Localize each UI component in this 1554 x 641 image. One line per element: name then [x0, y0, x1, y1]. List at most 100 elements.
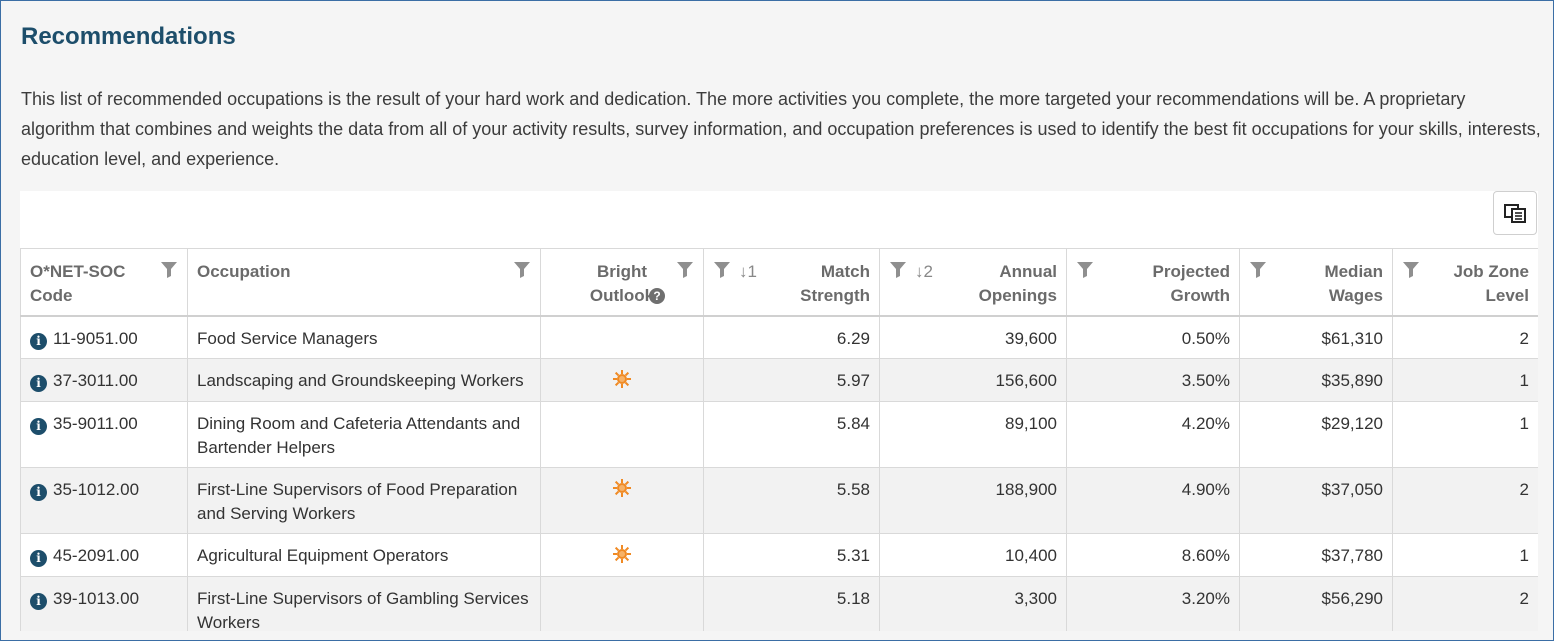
- cell-occupation[interactable]: Landscaping and Groundskeeping Workers: [187, 358, 541, 402]
- cell-match-strength: 5.18: [703, 576, 880, 631]
- cell-match-strength: 5.84: [703, 401, 880, 468]
- header-match-strength[interactable]: ↓1 Match Strength: [703, 248, 880, 317]
- cell-annual-openings: 3,300: [879, 576, 1067, 631]
- table-row[interactable]: i 37-3011.00 Landscaping and Groundskeepin…: [20, 358, 1538, 402]
- header-occupation-label: Occupation: [197, 262, 291, 281]
- help-icon[interactable]: ?: [649, 288, 665, 304]
- cell-projected-growth: 4.90%: [1066, 467, 1240, 534]
- cell-job-zone: 2: [1392, 467, 1538, 534]
- cell-projected-growth: 0.50%: [1066, 315, 1240, 359]
- cell-bright-outlook: [540, 358, 704, 402]
- code-text: 35-1012.00: [53, 480, 140, 499]
- intro-text: This list of recommended occupations is …: [21, 89, 1541, 169]
- cell-projected-growth: 8.60%: [1066, 533, 1240, 577]
- cell-job-zone: 1: [1392, 401, 1538, 468]
- code-text: 45-2091.00: [53, 546, 140, 565]
- cell-projected-growth: 3.50%: [1066, 358, 1240, 402]
- filter-icon[interactable]: [1249, 261, 1267, 279]
- header-median-wages[interactable]: Median Wages: [1239, 248, 1393, 317]
- occupation-link[interactable]: First-Line Supervisors of Food Preparati…: [197, 480, 517, 523]
- cell-occupation[interactable]: Food Service Managers: [187, 315, 541, 359]
- table-row[interactable]: i 35-9011.00 Dining Room and Cafeteria Att…: [20, 401, 1538, 468]
- filter-icon[interactable]: [1076, 261, 1094, 279]
- cell-code: i 45-2091.00: [20, 533, 188, 577]
- cell-median-wages: $56,290: [1239, 576, 1393, 631]
- info-icon[interactable]: i: [30, 418, 47, 435]
- filter-icon[interactable]: [1402, 261, 1420, 279]
- cell-match-strength: 5.31: [703, 533, 880, 577]
- info-icon[interactable]: i: [30, 550, 47, 567]
- info-icon[interactable]: i: [30, 375, 47, 392]
- cell-median-wages: $61,310: [1239, 315, 1393, 359]
- cell-median-wages: $35,890: [1239, 358, 1393, 402]
- header-job-zone[interactable]: Job Zone Level: [1392, 248, 1538, 317]
- filter-icon[interactable]: [513, 261, 531, 279]
- header-wages-label: Median Wages: [1324, 262, 1383, 305]
- cell-job-zone: 1: [1392, 358, 1538, 402]
- occupation-link[interactable]: Agricultural Equipment Operators: [197, 546, 448, 565]
- cell-match-strength: 6.29: [703, 315, 880, 359]
- occupations-table: O*NET-SOC Code Occupation Bright Outlook…: [20, 248, 1538, 631]
- cell-annual-openings: 156,600: [879, 358, 1067, 402]
- grid-toolbar: [20, 191, 1538, 248]
- code-text: 37-3011.00: [53, 371, 138, 390]
- filter-icon[interactable]: [889, 261, 907, 279]
- cell-code: i 39-1013.00: [20, 576, 188, 631]
- sun-icon: [612, 369, 632, 389]
- cell-projected-growth: 3.20%: [1066, 576, 1240, 631]
- occupation-link[interactable]: Landscaping and Groundskeeping Workers: [197, 371, 524, 390]
- header-annual-openings[interactable]: ↓2 Annual Openings: [879, 248, 1067, 317]
- cell-annual-openings: 10,400: [879, 533, 1067, 577]
- cell-bright-outlook: [540, 401, 704, 468]
- table-row[interactable]: i 45-2091.00 Agricultural Equipment Operat…: [20, 533, 1538, 577]
- filter-icon[interactable]: [160, 261, 178, 279]
- cell-match-strength: 5.97: [703, 358, 880, 402]
- sort-indicator-openings[interactable]: ↓2: [915, 260, 933, 284]
- sun-icon: [612, 478, 632, 498]
- cell-bright-outlook: [540, 315, 704, 359]
- cell-occupation[interactable]: Agricultural Equipment Operators: [187, 533, 541, 577]
- occupation-link[interactable]: Food Service Managers: [197, 329, 377, 348]
- cell-bright-outlook: [540, 576, 704, 631]
- sort-indicator-match[interactable]: ↓1: [739, 260, 757, 284]
- page-title: Recommendations: [21, 23, 236, 50]
- cell-annual-openings: 188,900: [879, 467, 1067, 534]
- table-row[interactable]: i 39-1013.00 First-Line Supervisors of Gam…: [20, 576, 1538, 631]
- occupation-link[interactable]: First-Line Supervisors of Gambling Servi…: [197, 589, 529, 631]
- cell-match-strength: 5.58: [703, 467, 880, 534]
- cell-median-wages: $37,050: [1239, 467, 1393, 534]
- header-job-zone-label: Job Zone Level: [1453, 262, 1529, 305]
- table-row[interactable]: i 35-1012.00 First-Line Supervisors of Foo…: [20, 467, 1538, 534]
- cell-code: i 35-9011.00: [20, 401, 188, 468]
- info-icon[interactable]: i: [30, 484, 47, 501]
- cell-occupation[interactable]: First-Line Supervisors of Food Preparati…: [187, 467, 541, 534]
- column-chooser-button[interactable]: [1493, 191, 1537, 235]
- table-row[interactable]: i 11-9051.00 Food Service Managers 6.29 39,6…: [20, 315, 1538, 359]
- cell-annual-openings: 89,100: [879, 401, 1067, 468]
- table-body: i 11-9051.00 Food Service Managers 6.29 39,6…: [20, 315, 1538, 631]
- code-text: 39-1013.00: [53, 589, 140, 608]
- filter-icon[interactable]: [713, 261, 731, 279]
- occupation-link[interactable]: Dining Room and Cafeteria Attendants and…: [197, 414, 520, 457]
- cell-job-zone: 2: [1392, 576, 1538, 631]
- info-icon[interactable]: i: [30, 332, 47, 350]
- header-code[interactable]: O*NET-SOC Code: [20, 248, 188, 317]
- cell-annual-openings: 39,600: [879, 315, 1067, 359]
- header-match-label: Match Strength: [800, 262, 870, 305]
- code-text: 35-9011.00: [53, 414, 138, 433]
- filter-icon[interactable]: [676, 261, 694, 279]
- cell-job-zone: 2: [1392, 315, 1538, 359]
- header-bright-outlook[interactable]: Bright Outlook ?: [540, 248, 704, 317]
- cell-bright-outlook: [540, 467, 704, 534]
- sun-icon: [612, 544, 632, 564]
- recommendations-panel: Recommendations This list of recommended…: [0, 0, 1554, 641]
- cell-code: i 37-3011.00: [20, 358, 188, 402]
- header-openings-label: Annual Openings: [978, 262, 1057, 305]
- header-projected-growth[interactable]: Projected Growth: [1066, 248, 1240, 317]
- cell-occupation[interactable]: First-Line Supervisors of Gambling Servi…: [187, 576, 541, 631]
- info-icon[interactable]: i: [30, 593, 47, 610]
- table-header-row: O*NET-SOC Code Occupation Bright Outlook…: [20, 248, 1538, 317]
- cell-occupation[interactable]: Dining Room and Cafeteria Attendants and…: [187, 401, 541, 468]
- recommendations-grid: O*NET-SOC Code Occupation Bright Outlook…: [20, 191, 1538, 631]
- header-occupation[interactable]: Occupation: [187, 248, 541, 317]
